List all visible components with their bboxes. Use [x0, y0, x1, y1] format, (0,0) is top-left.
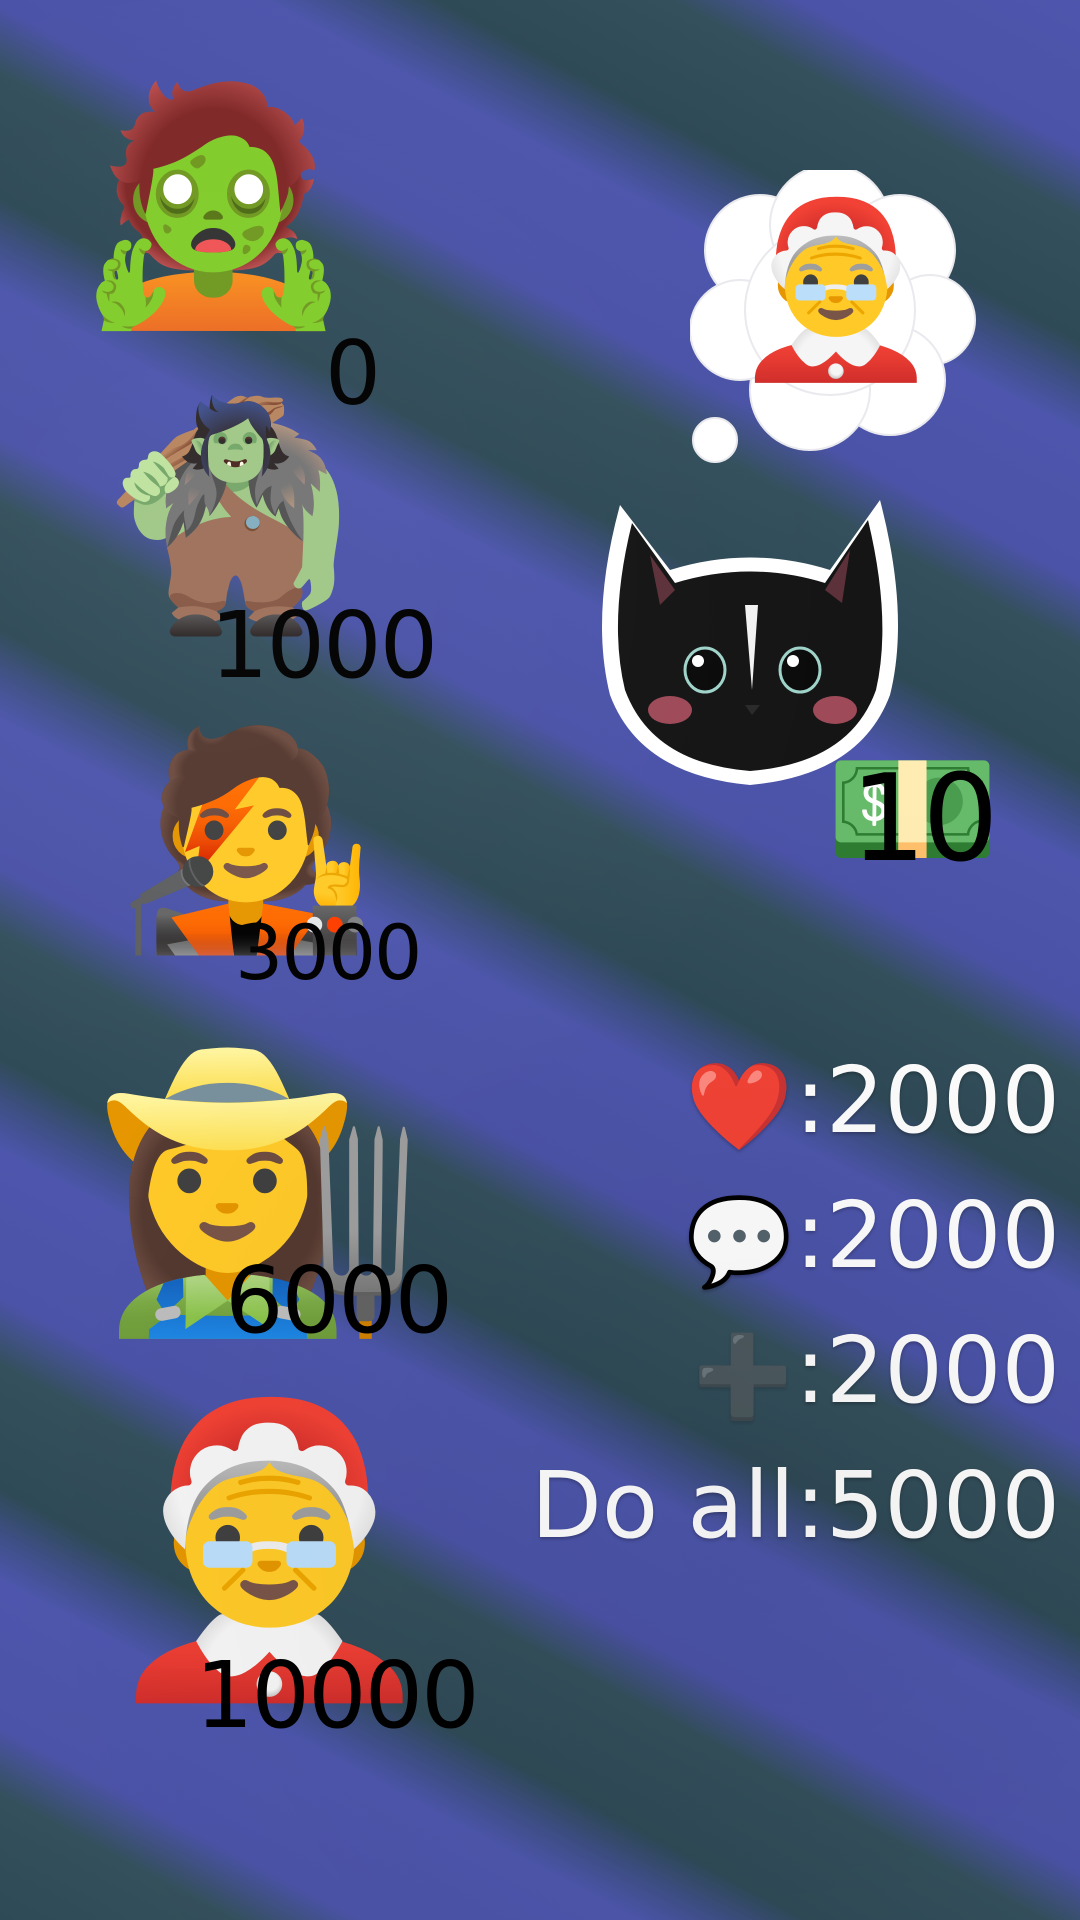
rule-do-all: Do all:5000: [531, 1460, 1060, 1552]
rule-follow: ➕:2000: [693, 1325, 1060, 1417]
rule-follow-text: :2000: [794, 1317, 1060, 1424]
rule-do-all-text: Do all:5000: [531, 1452, 1060, 1559]
mrs-claus-icon: 🤶: [730, 191, 942, 389]
rule-comment-text: :2000: [794, 1182, 1060, 1289]
heart-icon: ❤️: [685, 1056, 793, 1157]
zombie-icon: 🧟: [70, 71, 357, 338]
background-stage: 🧟 0 🧌 1000 🧑‍🎤 3000 👩‍🌾 6000 🤶 10000 🤶: [0, 0, 1080, 1920]
speech-bubble-icon: 💬: [685, 1191, 793, 1292]
tier-value: 6000: [225, 1247, 453, 1354]
money-value: 10: [850, 750, 999, 889]
tier-value: 3000: [235, 908, 422, 997]
rule-like-text: :2000: [794, 1047, 1060, 1154]
tier-value: 1000: [210, 592, 438, 699]
plus-icon: ➕: [693, 1329, 793, 1423]
rule-like: ❤️:2000: [686, 1055, 1060, 1150]
rule-comment: 💬:2000: [686, 1190, 1060, 1285]
money-badge: 💵 10: [810, 735, 1015, 885]
tier-value: 10000: [195, 1642, 480, 1749]
